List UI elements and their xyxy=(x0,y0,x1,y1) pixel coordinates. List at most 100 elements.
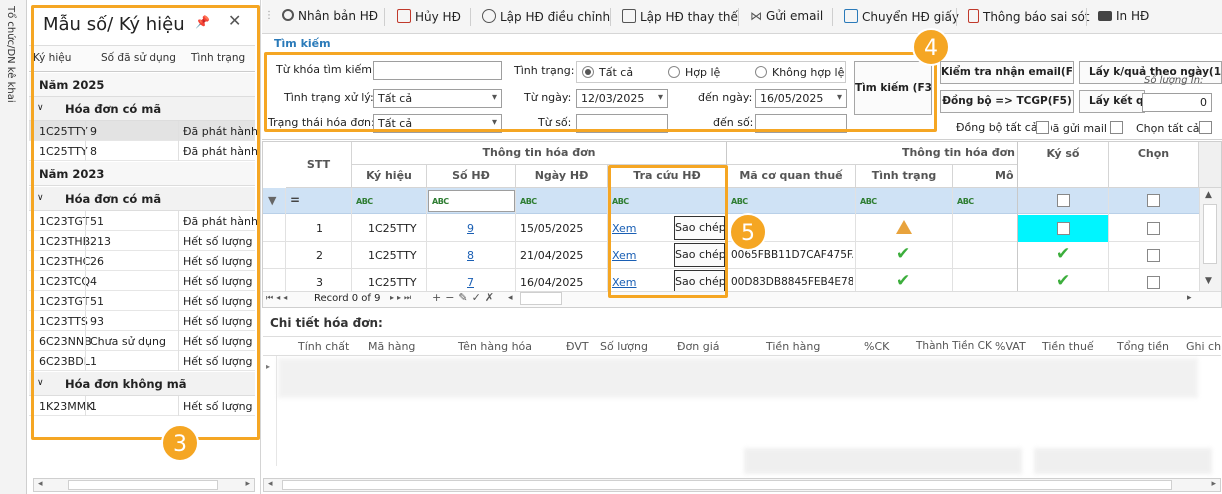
detail-col[interactable]: Đơn giá xyxy=(677,340,720,353)
cell-invoice-number-link[interactable]: 8 xyxy=(467,249,474,262)
filter-equals[interactable]: = xyxy=(290,193,300,207)
select-all-checkbox[interactable] xyxy=(1199,121,1212,134)
filter-icon: ▼ xyxy=(268,194,277,207)
group-header-invoice-info-2: Thông tin hóa đơn xyxy=(727,142,1018,165)
select-checkbox[interactable] xyxy=(1147,249,1160,262)
col-signed[interactable]: Ký số xyxy=(1018,142,1109,188)
cell-stt: 1 xyxy=(316,222,323,235)
magnifier-icon xyxy=(282,9,294,21)
signed-check-icon: ✔ xyxy=(1056,244,1071,264)
side-tab-label: Tổ chức/DN kê khai xyxy=(5,6,16,103)
email-icon: ⋈ xyxy=(750,9,762,23)
detail-blurred-total-2 xyxy=(1034,448,1212,474)
convert-paper-button[interactable]: Chuyển HĐ giấy xyxy=(844,9,959,24)
cancel-doc-icon xyxy=(397,9,411,23)
cell-tax-code: 00D83DB8845FEB4E78... xyxy=(731,276,853,288)
filter-abc-icon[interactable]: ABC xyxy=(731,197,748,206)
detail-col[interactable]: Tiền thuế xyxy=(1042,340,1094,353)
detail-col[interactable]: Tên hàng hóa xyxy=(458,340,532,353)
annotation-box-4 xyxy=(264,52,937,132)
detail-col[interactable]: Mã hàng xyxy=(368,340,415,353)
cell-stt: 3 xyxy=(316,276,323,289)
quantity-label: Số lượng In: xyxy=(1144,75,1204,86)
toolbar: ⋮ Nhân bản HĐ Hủy HĐ Lập HĐ điều chỉnh L… xyxy=(262,0,1222,34)
cell-invoice-number-link[interactable]: 9 xyxy=(467,222,474,235)
filter-abc-icon[interactable]: ABC xyxy=(520,197,537,206)
valid-check-icon: ✔ xyxy=(896,244,911,264)
select-checkbox[interactable] xyxy=(1147,222,1160,235)
warning-icon xyxy=(896,220,912,234)
hscroll-right[interactable]: ▸ xyxy=(1187,293,1192,303)
nav-edit-tools[interactable]: +−✎✓✗ xyxy=(432,291,498,304)
cell-symbol: 1C25TTY xyxy=(368,249,417,262)
detail-blurred-total xyxy=(744,448,1022,474)
detail-col[interactable]: ĐVT xyxy=(566,340,589,353)
printer-icon xyxy=(1098,11,1112,21)
signed-check-icon: ✔ xyxy=(1056,271,1071,291)
get-result-button[interactable]: Lấy kết quả xyxy=(1079,90,1145,113)
annotation-badge-3: 3 xyxy=(161,424,199,462)
replace-invoice-button[interactable]: Lập HĐ thay thế xyxy=(622,9,738,24)
panel-hscrollbar[interactable]: ◂ ▸ xyxy=(33,478,255,492)
side-tab[interactable]: Tổ chức/DN kê khai xyxy=(0,0,27,494)
sync-tcgp-button[interactable]: Đồng bộ => TCGP(F5) xyxy=(940,90,1074,113)
valid-check-icon: ✔ xyxy=(896,271,911,291)
col-description[interactable]: Mô tả xyxy=(953,165,1018,188)
col-symbol[interactable]: Ký hiệu xyxy=(352,165,427,188)
hscroll-left[interactable]: ◂ xyxy=(508,293,513,303)
filter-select-checkbox[interactable] xyxy=(1147,194,1160,207)
sync-all-label: Đồng bộ tất cả xyxy=(956,121,1038,134)
cell-date: 15/05/2025 xyxy=(520,222,584,235)
cancel-invoice-button[interactable]: Hủy HĐ xyxy=(397,9,461,24)
select-checkbox[interactable] xyxy=(1147,276,1160,289)
detail-col[interactable]: Tính chất xyxy=(298,340,349,353)
email-sent-label: Đã gửi mail xyxy=(1051,122,1107,135)
col-status[interactable]: Tình trạng xyxy=(856,165,953,188)
filter-number-input[interactable]: ABC xyxy=(428,190,515,212)
col-tax-code[interactable]: Mã cơ quan thuế xyxy=(727,165,856,188)
signed-checkbox[interactable] xyxy=(1057,222,1070,235)
detail-col[interactable]: Ghi chú xyxy=(1186,340,1221,353)
detail-row-indicator: ▸ xyxy=(263,356,277,466)
detail-col[interactable]: Thành Tiền CK xyxy=(916,340,992,352)
nav-next-last[interactable]: ▸▸⏭ xyxy=(390,293,414,303)
report-icon xyxy=(968,9,979,23)
detail-col[interactable]: %VAT xyxy=(995,340,1026,353)
cell-date: 21/04/2025 xyxy=(520,249,584,262)
print-invoice-button[interactable]: In HĐ xyxy=(1098,9,1149,23)
cell-symbol: 1C25TTY xyxy=(368,222,417,235)
adjust-icon xyxy=(482,9,496,23)
cell-invoice-number-link[interactable]: 7 xyxy=(467,276,474,289)
email-sent-checkbox[interactable] xyxy=(1110,121,1123,134)
col-select[interactable]: Chọn xyxy=(1109,142,1199,188)
annotation-badge-5: 5 xyxy=(729,213,767,251)
check-email-button[interactable]: Kiểm tra nhận email(F1) xyxy=(940,61,1074,84)
detail-blurred-content xyxy=(278,358,1198,398)
replace-icon xyxy=(622,9,636,23)
detail-hscrollbar[interactable]: ◂ ▸ xyxy=(263,478,1221,492)
paper-icon xyxy=(844,9,858,23)
detail-col[interactable]: %CK xyxy=(864,340,889,353)
detail-col[interactable]: Số lượng xyxy=(600,340,648,353)
grid-vscrollbar[interactable]: ▲ ▼ xyxy=(1199,188,1221,292)
error-notice-button[interactable]: Thông báo sai sót xyxy=(968,9,1090,24)
detail-col[interactable]: Tiền hàng xyxy=(766,340,820,353)
sync-all-checkbox[interactable] xyxy=(1036,121,1049,134)
nav-first-prev[interactable]: ⏮◂◂ xyxy=(266,293,290,303)
cell-symbol: 1C25TTY xyxy=(368,276,417,289)
grid-hscroll-thumb[interactable] xyxy=(520,292,562,305)
filter-abc-icon[interactable]: ABC xyxy=(957,197,974,206)
filter-abc-icon[interactable]: ABC xyxy=(356,197,373,206)
col-invoice-number[interactable]: Số HĐ xyxy=(427,165,516,188)
col-invoice-date[interactable]: Ngày HĐ xyxy=(516,165,608,188)
duplicate-invoice-button[interactable]: Nhân bản HĐ xyxy=(282,9,378,23)
send-email-button[interactable]: ⋈ Gửi email xyxy=(750,9,823,23)
filter-signed-checkbox[interactable] xyxy=(1057,194,1070,207)
col-stt[interactable]: STT xyxy=(286,142,352,188)
adjust-invoice-button[interactable]: Lập HĐ điều chỉnh xyxy=(482,9,610,24)
filter-abc-icon[interactable]: ABC xyxy=(860,197,877,206)
quantity-input[interactable]: 0 xyxy=(1142,93,1212,112)
annotation-box-5 xyxy=(608,165,728,298)
group-header-invoice-info: Thông tin hóa đơn xyxy=(352,142,727,165)
detail-col[interactable]: Tổng tiền xyxy=(1117,340,1169,353)
